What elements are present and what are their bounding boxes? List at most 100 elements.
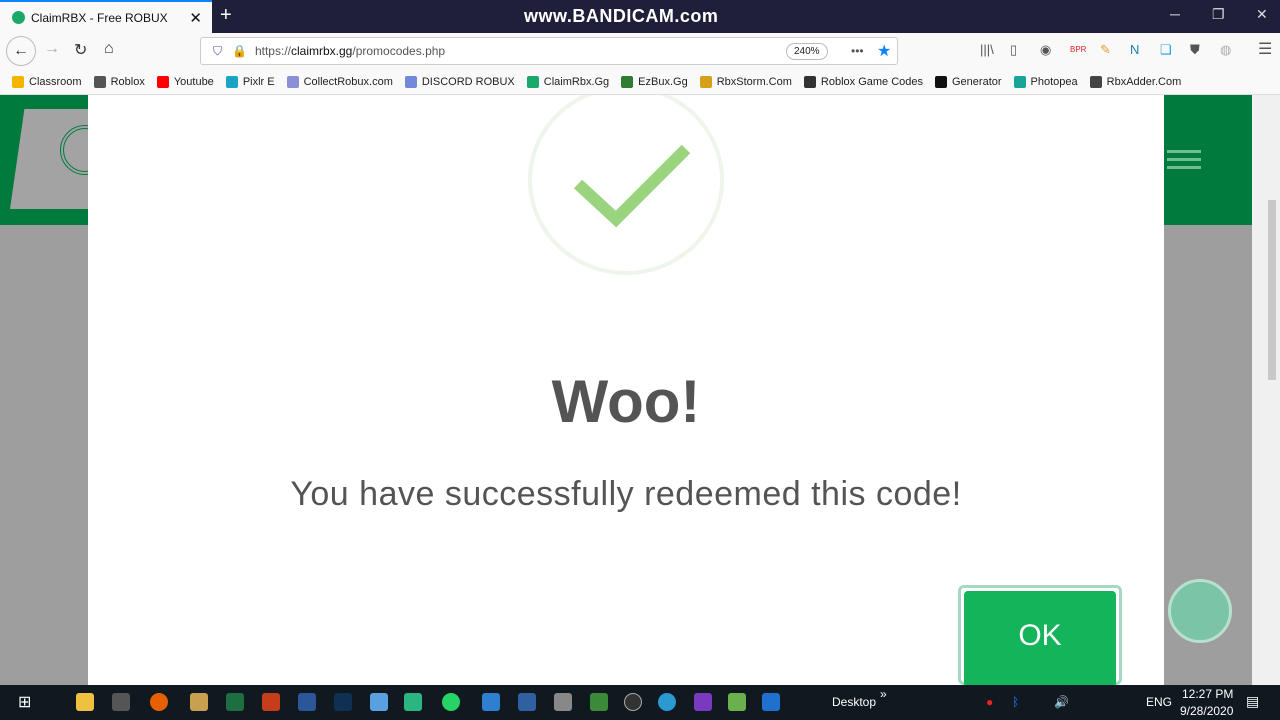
excel-icon[interactable] [226,693,244,711]
app-icon[interactable] [518,693,536,711]
bookmark-label: CollectRobux.com [303,75,393,88]
bookmark-item[interactable]: Roblox [93,75,145,88]
bookmark-item[interactable]: ClaimRbx.Gg [526,75,609,88]
lock-icon[interactable]: 🔒 [232,44,247,58]
bookmark-item[interactable]: Roblox Game Codes [803,75,923,88]
page-actions-icon[interactable]: ••• [851,44,864,58]
zoom-level[interactable]: 240% [786,43,828,60]
bookmark-favicon-icon [1013,75,1026,88]
bookmark-label: Classroom [29,75,82,88]
record-icon[interactable]: ● [986,695,993,709]
close-window-icon[interactable]: ✕ [1256,6,1268,23]
watermark: www.BANDICAM.com [524,6,719,26]
reload-button[interactable]: ↻ [74,40,87,60]
tab-title: ClaimRBX - Free ROBUX [31,10,168,25]
restore-icon[interactable]: ❐ [1212,6,1225,23]
bookmark-item[interactable]: Photopea [1013,75,1078,88]
bookmark-item[interactable]: EzBux.Gg [621,75,688,88]
bookmark-label: RbxAdder.Com [1106,75,1182,88]
bookmark-item[interactable]: Classroom [12,75,82,88]
start-windows-icon[interactable]: ⊞ [18,692,31,712]
extension-icon[interactable]: N [1130,42,1139,57]
ok-button[interactable]: OK [964,591,1116,685]
bookmark-favicon-icon [286,75,299,88]
browser-tab[interactable]: ClaimRBX - Free ROBUX ✕ [0,0,212,33]
bluetooth-icon[interactable]: ᛒ [1012,695,1019,709]
app-icon[interactable] [190,693,208,711]
minimize-icon[interactable]: ─ [1170,6,1180,22]
taskbar: ⊞ Desktop » ● ᛒ 🔊 ENG 12:27 PM 9/28/2020… [0,685,1280,720]
clock-time[interactable]: 12:27 PM [1182,687,1233,701]
firefox-icon[interactable] [150,693,168,711]
bookmark-favicon-icon [156,75,169,88]
utorrent-icon[interactable] [728,693,746,711]
whatsapp-icon[interactable] [442,693,460,711]
scrollbar[interactable] [1252,95,1280,685]
forward-button[interactable]: → [44,40,60,58]
extension-icon[interactable]: ✎ [1100,42,1111,58]
app-icon[interactable] [694,693,712,711]
bookmark-item[interactable]: DISCORD ROBUX [404,75,515,88]
bookmark-item[interactable]: Generator [935,75,1002,88]
bookmark-item[interactable]: CollectRobux.com [286,75,393,88]
bookmark-label: EzBux.Gg [638,75,688,88]
app-icon[interactable] [370,693,388,711]
powerpoint-icon[interactable] [262,693,280,711]
bookmark-favicon-icon [225,75,238,88]
language-indicator[interactable]: ENG [1146,695,1172,709]
bookmark-item[interactable]: Youtube [156,75,214,88]
bookmark-favicon-icon [12,75,24,88]
back-button[interactable]: ← [6,36,36,66]
bookmark-star-icon[interactable]: ★ [877,41,891,61]
new-tab-button[interactable]: + [220,4,232,27]
globe-icon[interactable]: ◍ [1220,42,1231,58]
app-icon[interactable] [482,693,500,711]
url-prefix: https:// [254,44,291,58]
bookmark-favicon-icon [93,75,106,88]
bookmark-item[interactable]: RbxAdder.Com [1089,75,1182,88]
title-bar: ClaimRBX - Free ROBUX ✕ + www.BANDICAM.c… [0,0,1280,33]
notification-bell-button[interactable] [1168,579,1232,643]
extension-icon[interactable]: BPR [1070,45,1086,54]
sidebar-icon[interactable]: ▯ [1010,42,1017,58]
bookmark-label: DISCORD ROBUX [421,75,515,88]
app-icon[interactable] [590,693,608,711]
ublock-icon[interactable]: ⛊ [1190,42,1200,58]
site-logo[interactable] [0,95,110,225]
nav-bar: ← → ↻ ⌂ ⛉ 🔒 https:// claimrbx.gg /promoc… [0,33,1280,69]
menu-icon[interactable]: ☰ [1258,39,1272,59]
clock-date[interactable]: 9/28/2020 [1180,704,1233,718]
app-icon[interactable] [554,693,572,711]
extension-icon[interactable]: ❏ [1160,42,1172,58]
bookmark-favicon-icon [935,75,947,88]
success-modal: Woo! You have successfully redeemed this… [88,95,1164,685]
close-tab-icon[interactable]: ✕ [189,9,202,27]
bookmark-label: Roblox [110,75,145,88]
claimrbx-favicon-icon [12,11,25,24]
account-icon[interactable]: ◉ [1040,42,1051,58]
bookmark-item[interactable]: RbxStorm.Com [699,75,792,88]
bookmark-label: Roblox Game Codes [820,75,923,88]
desktop-toolbar[interactable]: Desktop [832,695,876,709]
hamburger-menu-icon[interactable] [1167,150,1201,174]
obs-icon[interactable] [624,693,642,711]
word-icon[interactable] [298,693,316,711]
url-bar[interactable]: ⛉ 🔒 https:// claimrbx.gg /promocodes.php… [200,37,898,65]
volume-icon[interactable]: 🔊 [1054,695,1069,709]
library-icon[interactable]: |||\ [980,42,994,57]
bookmark-label: Youtube [173,75,214,88]
bookmarks-bar: Classroom Roblox Youtube Pixlr E CollectRobu… [0,69,1280,95]
bookmark-item[interactable]: Pixlr E [225,75,275,88]
file-explorer-icon[interactable] [76,693,94,711]
chevron-icon[interactable]: » [880,687,887,701]
app-icon[interactable] [404,693,422,711]
modal-message: You have successfully redeemed this code… [290,475,962,513]
notifications-icon[interactable]: ▤ [1246,693,1259,710]
bookmark-favicon-icon [699,75,712,88]
home-button[interactable]: ⌂ [104,40,114,58]
app-icon[interactable] [334,693,352,711]
app-icon[interactable] [112,693,130,711]
app-icon[interactable] [762,693,780,711]
edge-icon[interactable] [658,693,676,711]
shield-icon[interactable]: ⛉ [213,44,222,59]
